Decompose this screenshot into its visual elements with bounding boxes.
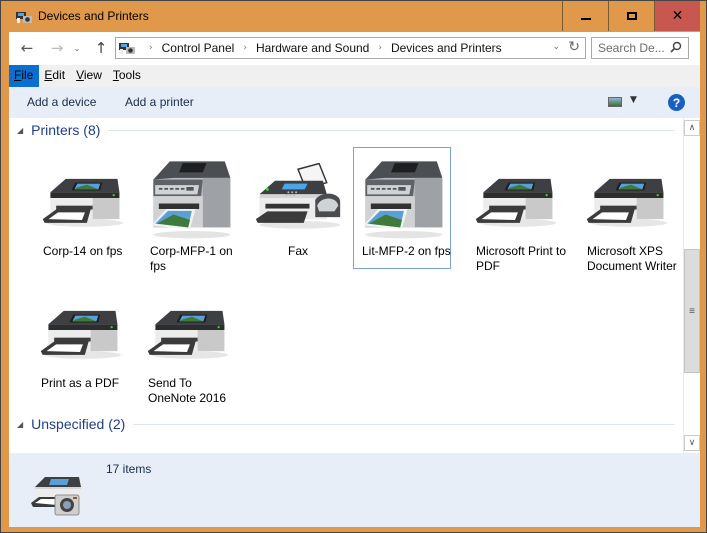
devices-and-printers-icon xyxy=(31,477,81,516)
mfp-printer-icon xyxy=(354,154,450,242)
window: Devices and Printers ✕ ← → ⌄ ↑ › Control xyxy=(0,0,707,533)
menu-edit-label: dit xyxy=(52,68,66,82)
breadcrumb-separator-icon[interactable]: › xyxy=(243,43,247,53)
add-device-button[interactable]: Add a device xyxy=(27,95,96,109)
arrow-up-icon: ↑ xyxy=(94,39,108,57)
chevron-up-icon: ∧ xyxy=(688,123,696,133)
device-item[interactable]: Print as a PDF xyxy=(33,280,131,400)
group-divider xyxy=(133,423,675,425)
scroll-down-button[interactable]: ∨ xyxy=(684,435,700,451)
device-item[interactable]: Corp-14 on fps xyxy=(35,148,133,268)
minimize-button[interactable] xyxy=(562,1,608,31)
collapse-triangle-icon[interactable]: ◢ xyxy=(17,126,23,135)
control-panel-icon xyxy=(119,43,135,54)
printer-icon xyxy=(470,163,562,233)
mfp-printer-icon xyxy=(142,154,238,242)
device-item[interactable]: Microsoft Print to PDF xyxy=(468,148,566,273)
device-name: Microsoft XPS Document Writer xyxy=(587,244,677,273)
add-printer-button[interactable]: Add a printer xyxy=(125,95,194,109)
search-icon[interactable] xyxy=(670,41,682,53)
explorer-client: ← → ⌄ ↑ › Control Panel › Hardware and S… xyxy=(9,32,700,527)
breadcrumb-devices-and-printers[interactable]: Devices and Printers xyxy=(391,41,502,55)
grip-icon: ≡ xyxy=(689,305,695,317)
device-item[interactable]: Send To OneNote 2016 xyxy=(140,280,238,405)
breadcrumb-control-panel[interactable]: Control Panel xyxy=(162,41,235,55)
address-dropdown-icon[interactable]: ⌄ xyxy=(552,42,560,52)
up-button[interactable]: ↑ xyxy=(91,39,111,57)
menu-bar: File Edit View Tools xyxy=(9,65,700,87)
arrow-left-icon: ← xyxy=(20,39,34,57)
group-label-printers: Printers (8) xyxy=(31,122,101,138)
printer-icon xyxy=(142,295,234,365)
scroll-up-button[interactable]: ∧ xyxy=(684,120,700,136)
menu-tools[interactable]: Tools xyxy=(108,65,147,87)
maximize-icon xyxy=(626,12,637,20)
back-button[interactable]: ← xyxy=(17,39,37,57)
device-item[interactable]: Fax xyxy=(250,148,348,268)
maximize-button[interactable] xyxy=(608,1,654,31)
close-button[interactable]: ✕ xyxy=(654,1,700,31)
breadcrumb-hardware-and-sound[interactable]: Hardware and Sound xyxy=(256,41,369,55)
breadcrumb-separator-icon[interactable]: › xyxy=(378,43,382,53)
help-button[interactable]: ? xyxy=(668,94,685,111)
recent-locations-button[interactable]: ⌄ xyxy=(72,39,82,57)
devices-list: ◢ Printers (8) Corp-14 on fps Corp-MFP-1… xyxy=(9,118,683,453)
forward-button[interactable]: → xyxy=(47,39,67,57)
device-name: Print as a PDF xyxy=(41,376,120,390)
collapse-triangle-icon[interactable]: ◢ xyxy=(17,420,23,429)
address-bar[interactable]: › Control Panel › Hardware and Sound › D… xyxy=(115,37,586,59)
title-bar[interactable]: Devices and Printers ✕ xyxy=(1,1,706,32)
view-options-dropdown-icon[interactable]: ▼ xyxy=(630,95,637,105)
device-name: Lit-MFP-2 on fps xyxy=(362,244,451,258)
device-name: Corp-MFP-1 on fps xyxy=(150,244,233,273)
minimize-icon xyxy=(580,17,591,20)
device-name: Fax xyxy=(287,244,308,258)
breadcrumb: › Control Panel › Hardware and Sound › D… xyxy=(140,41,502,55)
command-bar: Add a device Add a printer ▼ ? xyxy=(9,87,700,118)
change-view-icon[interactable] xyxy=(608,97,622,107)
search-box[interactable] xyxy=(591,37,689,59)
vertical-scrollbar[interactable]: ∧ ≡ ∨ xyxy=(683,118,700,453)
device-item-selected[interactable]: Lit-MFP-2 on fps xyxy=(353,147,451,269)
chevron-down-icon: ⌄ xyxy=(73,43,81,53)
arrow-right-icon: → xyxy=(50,39,64,57)
chevron-down-icon: ∨ xyxy=(688,438,696,448)
menu-view-accel: V xyxy=(76,68,84,82)
menu-tools-label: ools xyxy=(118,68,141,82)
menu-edit[interactable]: Edit xyxy=(39,65,71,87)
window-title: Devices and Printers xyxy=(38,9,149,23)
device-name: Corp-14 on fps xyxy=(43,244,123,258)
printer-icon xyxy=(35,295,127,365)
item-count: 17 items xyxy=(106,462,152,476)
menu-view[interactable]: View xyxy=(71,65,108,87)
search-input[interactable] xyxy=(598,41,668,55)
device-name: Microsoft Print to PDF xyxy=(476,244,567,273)
group-label-unspecified: Unspecified (2) xyxy=(31,416,126,432)
printer-icon xyxy=(581,163,673,233)
group-header-unspecified[interactable]: ◢ Unspecified (2) xyxy=(17,416,675,432)
device-name: Send To OneNote 2016 xyxy=(148,376,227,405)
details-pane: 17 items xyxy=(9,453,700,527)
device-item[interactable]: Microsoft XPS Document Writer xyxy=(579,148,677,273)
devices-printers-app-icon xyxy=(16,12,32,23)
navigation-bar: ← → ⌄ ↑ › Control Panel › Hardware and S… xyxy=(9,32,700,65)
close-icon: ✕ xyxy=(671,8,684,24)
group-header-printers[interactable]: ◢ Printers (8) xyxy=(17,122,675,138)
device-item[interactable]: Corp-MFP-1 on fps xyxy=(142,148,240,273)
fax-icon xyxy=(252,163,344,233)
menu-file-label: ile xyxy=(21,68,34,82)
group-divider xyxy=(108,129,675,131)
menu-view-label: iew xyxy=(83,68,102,82)
refresh-icon[interactable]: ↻ xyxy=(568,39,580,55)
scroll-thumb[interactable]: ≡ xyxy=(684,249,700,373)
printer-icon xyxy=(37,163,129,233)
menu-file[interactable]: File xyxy=(9,65,40,87)
breadcrumb-separator-icon[interactable]: › xyxy=(149,43,153,53)
